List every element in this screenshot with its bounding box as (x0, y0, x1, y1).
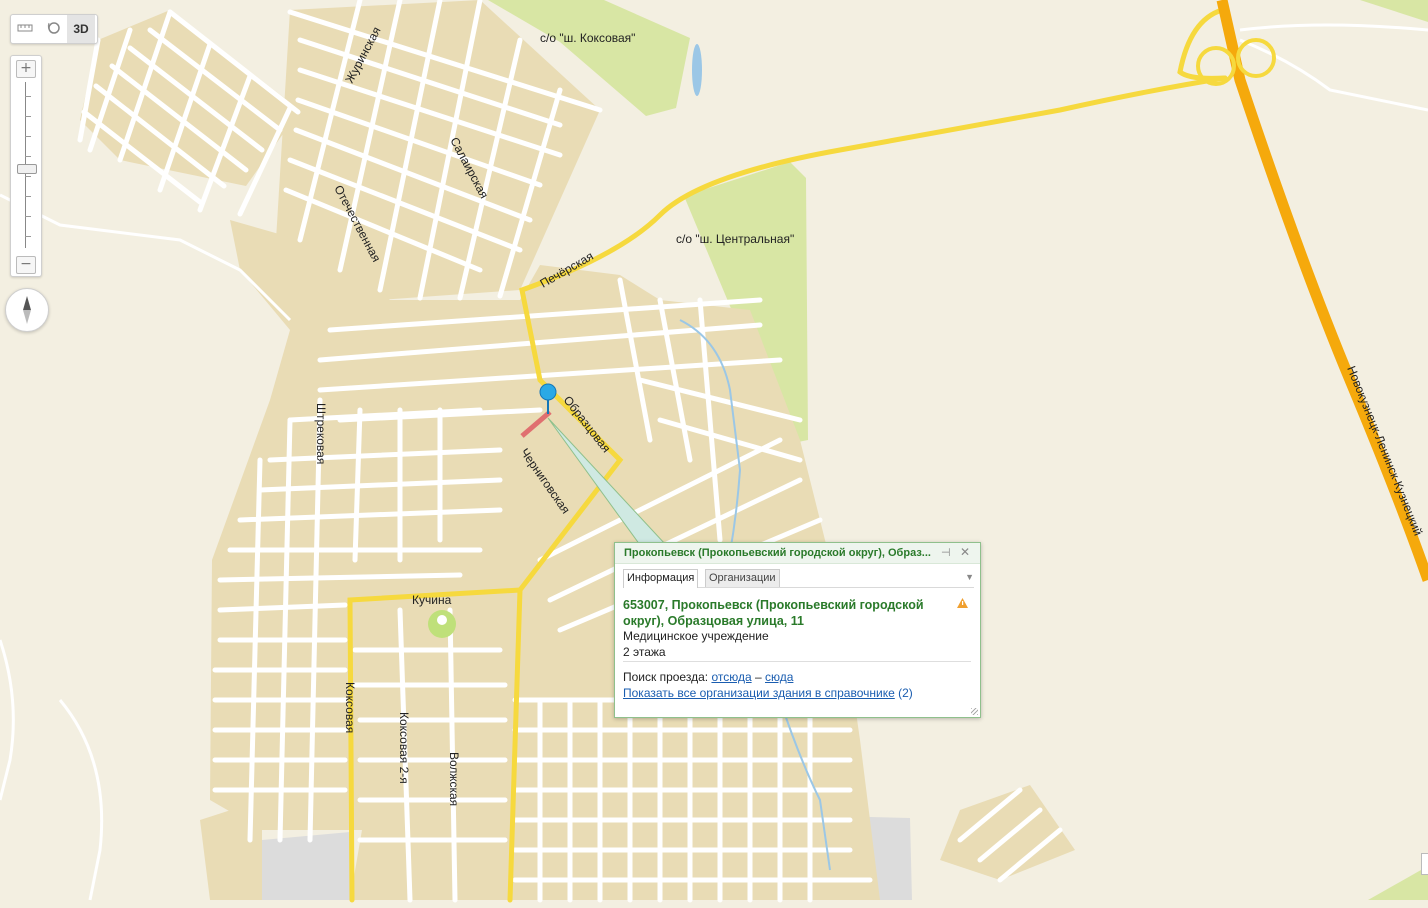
zoom-tick (25, 96, 31, 97)
pin-icon[interactable]: ⊣ (941, 546, 951, 559)
route-from-link[interactable]: отсюда (711, 670, 751, 684)
zoom-control: + − (10, 55, 42, 277)
industrial-area (262, 832, 352, 900)
building-floors: 2 этажа (623, 645, 666, 659)
lake (692, 44, 702, 96)
ruler-button[interactable] (11, 15, 39, 43)
zoom-in-button[interactable]: + (16, 60, 36, 78)
balloon-divider (623, 661, 971, 662)
route-dash: – (754, 670, 762, 684)
chevron-down-icon[interactable]: ▼ (965, 572, 974, 582)
magnifier-icon (45, 20, 61, 39)
tab-organizations[interactable]: Организации (705, 569, 780, 587)
zoom-tick (25, 136, 31, 137)
show-all-row: Показать все организации здания в справо… (623, 686, 913, 700)
street-label-kuchina: Кучина (412, 593, 452, 607)
map-toolbar: 3D (10, 14, 98, 44)
tab-information[interactable]: Информация (623, 569, 699, 588)
route-label: Поиск проезда: (623, 670, 709, 684)
street-label-shtrekovaya: Штрековая (314, 403, 328, 464)
zoom-tick (25, 156, 31, 157)
close-icon[interactable]: ✕ (960, 545, 970, 559)
info-balloon: Прокопьевск (Прокопьевский городской окр… (614, 542, 981, 718)
zoom-tick (25, 236, 31, 237)
compass-icon (23, 296, 31, 324)
park-icon (428, 610, 456, 638)
zoom-slider-handle[interactable] (17, 164, 37, 174)
area-label-centralnaya: с/о "ш. Центральная" (676, 232, 794, 246)
resize-handle[interactable] (971, 708, 978, 715)
magnifier-button[interactable] (39, 15, 67, 43)
warning-icon[interactable] (957, 598, 968, 608)
street-label-koksovaya: Коксовая (343, 682, 357, 733)
mode-3d-button[interactable]: 3D (67, 15, 95, 43)
zoom-tick (25, 216, 31, 217)
zoom-tick (25, 176, 31, 177)
route-search: Поиск проезда: отсюда – сюда (623, 670, 793, 684)
area-label-koksovaya: с/о "ш. Коксовая" (540, 31, 635, 45)
show-all-organizations-link[interactable]: Показать все организации здания в справо… (623, 686, 895, 700)
side-panel-handle[interactable] (1421, 853, 1428, 875)
building-type: Медицинское учреждение (623, 629, 769, 643)
zoom-tick (25, 196, 31, 197)
address-text: 653007, Прокопьевск (Прокопьевский город… (623, 598, 924, 628)
balloon-title: Прокопьевск (Прокопьевский городской окр… (624, 547, 931, 559)
balloon-header: Прокопьевск (Прокопьевский городской окр… (615, 543, 980, 564)
organizations-count: (2) (898, 686, 913, 700)
balloon-tabs: Информация Организации ▼ (623, 569, 974, 588)
map-canvas[interactable]: с/о "ш. Коксовая" с/о "ш. Центральная" Ж… (0, 0, 1428, 908)
zoom-out-button[interactable]: − (16, 256, 36, 274)
route-to-link[interactable]: сюда (765, 670, 793, 684)
street-label-koksovaya-2: Коксовая 2-я (397, 712, 411, 784)
street-label-volzhskaya: Волжская (447, 752, 461, 806)
compass-button[interactable] (5, 288, 49, 332)
ruler-icon (17, 22, 33, 36)
zoom-tick (25, 116, 31, 117)
